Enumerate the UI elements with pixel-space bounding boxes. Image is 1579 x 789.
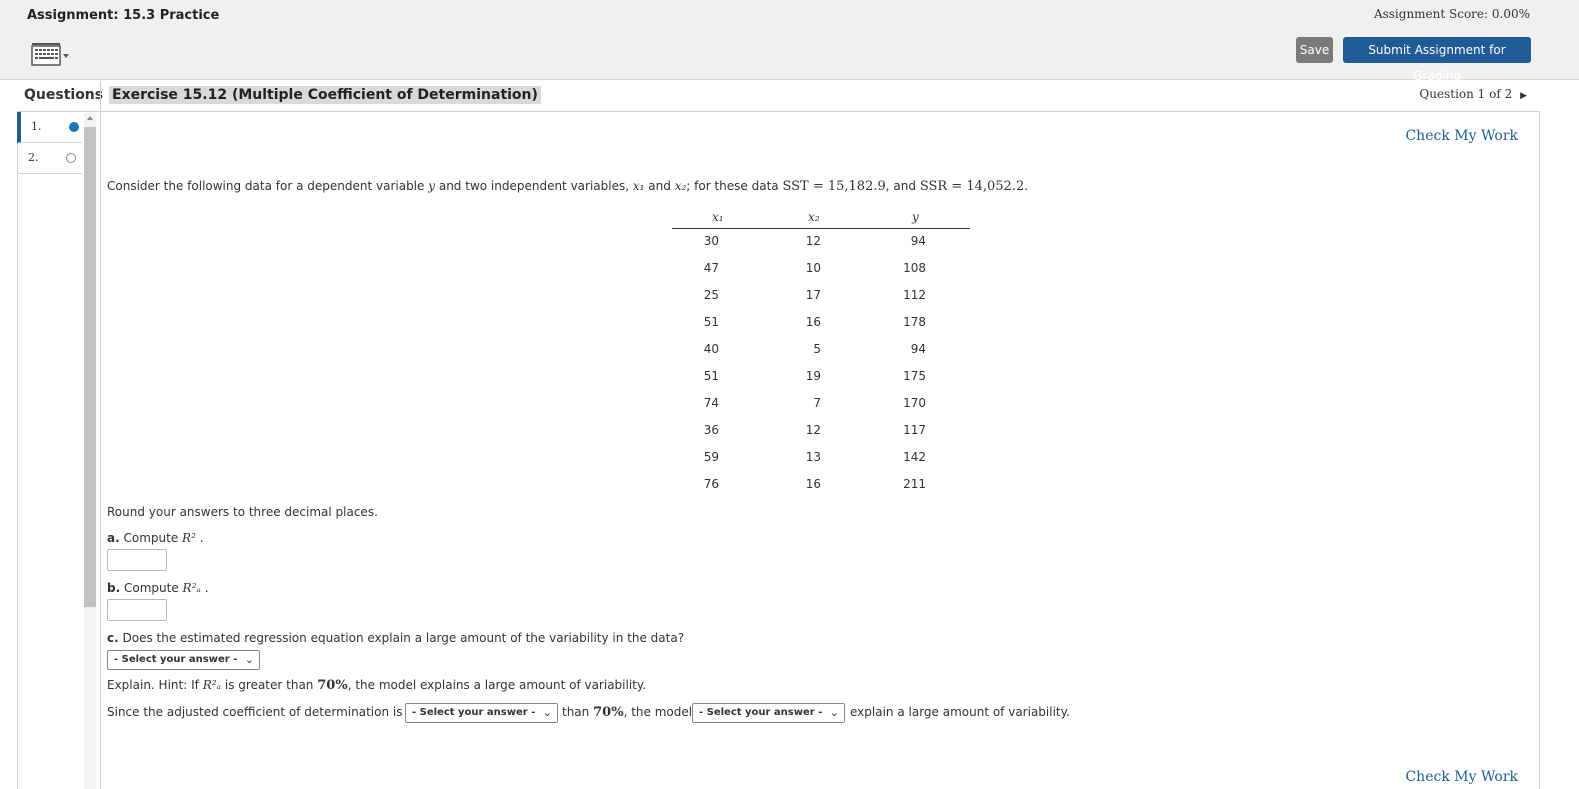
check-my-work-link[interactable]: Check My Work — [1405, 128, 1518, 144]
table-header-x2: x₂ — [808, 210, 820, 224]
table-cell: 211 — [903, 477, 926, 491]
table-cell: 12 — [805, 423, 821, 437]
table-row: 47 10 108 — [672, 255, 970, 282]
keyboard-icon[interactable] — [31, 42, 71, 66]
next-question-icon[interactable]: ▶ — [1520, 91, 1527, 101]
question-number: 2. — [28, 151, 39, 164]
unanswered-question-dot-icon — [66, 153, 76, 163]
table-cell: 25 — [703, 288, 719, 302]
table-cell: 59 — [703, 450, 719, 464]
scrollbar-thumb[interactable] — [84, 127, 96, 607]
table-cell: 117 — [903, 423, 926, 437]
table-cell: 40 — [703, 342, 719, 356]
table-row: 74 7 170 — [672, 390, 970, 417]
table-cell: 16 — [805, 315, 821, 329]
table-cell: 94 — [910, 342, 926, 356]
part-a-prompt: a. Compute R² . — [107, 531, 204, 545]
table-cell: 19 — [805, 369, 821, 383]
sidebar-question-2[interactable]: 2. — [18, 143, 82, 174]
table-cell: 76 — [703, 477, 719, 491]
table-header-row: x₁ x₂ y — [672, 206, 970, 229]
table-cell: 17 — [805, 288, 821, 302]
questions-label: Questions — [24, 87, 104, 103]
part-b-answer-input[interactable] — [107, 599, 167, 621]
question-number: 1. — [31, 120, 42, 133]
table-cell: 5 — [813, 342, 821, 356]
table-cell: 51 — [703, 315, 719, 329]
table-cell: 10 — [805, 261, 821, 275]
exercise-title: Exercise 15.12 (Multiple Coefficient of … — [109, 86, 541, 104]
table-cell: 13 — [805, 450, 821, 464]
table-cell: 36 — [703, 423, 719, 437]
table-row: 51 19 175 — [672, 363, 970, 390]
since-statement-part2: than 70%, the model — [562, 705, 693, 720]
sidebar-scrollbar[interactable] — [84, 113, 96, 789]
table-cell: 16 — [805, 477, 821, 491]
table-cell: 47 — [703, 261, 719, 275]
part-b-prompt: b. Compute R²ₐ . — [107, 581, 209, 595]
table-cell: 30 — [703, 234, 719, 248]
question-navigator[interactable]: Question 1 of 2 ▶ — [1419, 87, 1527, 101]
part-a-answer-input[interactable] — [107, 549, 167, 571]
table-row: 59 13 142 — [672, 444, 970, 471]
table-cell: 112 — [903, 288, 926, 302]
explain-hint: Explain. Hint: If R²ₐ is greater than 70… — [107, 678, 647, 693]
assignment-score: Assignment Score: 0.00% — [1373, 7, 1530, 21]
sidebar-divider — [100, 81, 101, 789]
table-cell: 12 — [805, 234, 821, 248]
table-row: 51 16 178 — [672, 309, 970, 336]
current-question-dot-icon — [69, 122, 79, 132]
since-statement-part3: explain a large amount of variability. — [850, 705, 1070, 719]
data-table: x₁ x₂ y 30 12 94 47 10 108 25 17 112 51 16 178 40 5 94… — [672, 206, 970, 491]
table-cell: 51 — [703, 369, 719, 383]
table-header-x1: x₁ — [712, 210, 724, 224]
table-cell: 94 — [910, 234, 926, 248]
table-cell: 74 — [703, 396, 719, 410]
chevron-down-icon: ⌄ — [829, 706, 839, 719]
table-row: 76 16 211 — [672, 471, 970, 498]
table-row: 30 12 94 — [672, 228, 970, 255]
table-cell: 7 — [813, 396, 821, 410]
round-note: Round your answers to three decimal plac… — [107, 505, 378, 519]
table-row: 40 5 94 — [672, 336, 970, 363]
submit-assignment-button[interactable]: Submit Assignment for Grading — [1343, 37, 1531, 83]
table-cell: 175 — [903, 369, 926, 383]
chevron-down-icon: ⌄ — [244, 653, 254, 666]
table-row: 36 12 117 — [672, 417, 970, 444]
model-select[interactable]: - Select your answer - ⌄ — [692, 703, 845, 723]
chevron-down-icon: ⌄ — [542, 706, 552, 719]
scroll-up-icon[interactable] — [87, 116, 93, 120]
save-button[interactable]: Save — [1296, 37, 1333, 63]
check-my-work-link-bottom[interactable]: Check My Work — [1405, 769, 1518, 785]
problem-intro: Consider the following data for a depend… — [107, 179, 1029, 194]
question-position: Question 1 of 2 — [1419, 87, 1513, 101]
since-statement-part1: Since the adjusted coefficient of determ… — [107, 705, 403, 719]
table-header-y: y — [912, 210, 919, 224]
table-cell: 108 — [903, 261, 926, 275]
comparison-select[interactable]: - Select your answer - ⌄ — [405, 703, 558, 723]
table-cell: 142 — [903, 450, 926, 464]
table-cell: 178 — [903, 315, 926, 329]
part-c-select[interactable]: - Select your answer - ⌄ — [107, 650, 260, 670]
main-border — [1539, 111, 1540, 789]
table-row: 25 17 112 — [672, 282, 970, 309]
part-c-prompt: c. Does the estimated regression equatio… — [107, 631, 685, 645]
sidebar-question-1[interactable]: 1. — [17, 112, 82, 143]
sidebar-border — [17, 111, 18, 789]
table-cell: 170 — [903, 396, 926, 410]
assignment-title: Assignment: 15.3 Practice — [27, 8, 220, 23]
